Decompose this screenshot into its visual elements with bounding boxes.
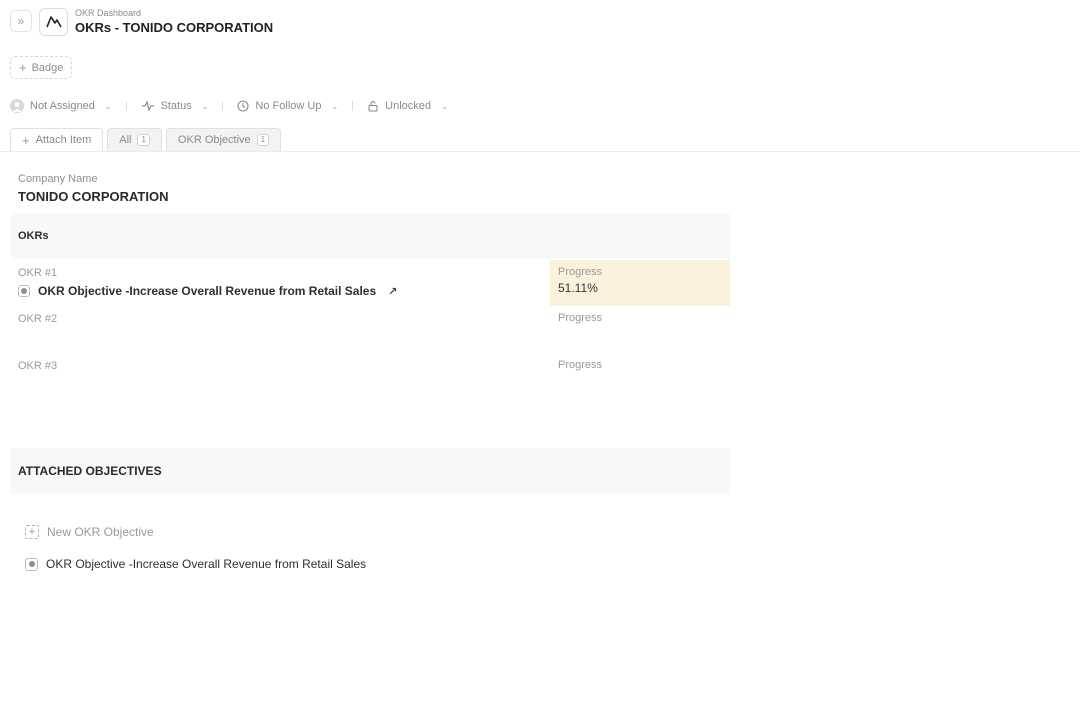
progress-label: Progress: [558, 359, 603, 371]
badge-label: Badge: [31, 61, 64, 74]
plus-icon: +: [19, 60, 27, 75]
properties-bar: Not Assigned ⌄ Status ⌄ No Follow Up ⌄ U…: [10, 98, 448, 114]
expand-sidebar-button[interactable]: »: [10, 10, 32, 32]
okr-3-label: OKR #3: [18, 360, 58, 372]
tab-okr-objective-label: OKR Objective: [177, 134, 251, 146]
company-name-label: Company Name: [18, 173, 98, 185]
chevron-down-icon: ⌄: [331, 101, 339, 111]
user-avatar-icon: [10, 99, 24, 113]
lock-label: Unlocked: [385, 100, 432, 112]
lock-dropdown[interactable]: Unlocked ⌄: [367, 100, 448, 112]
tab-count-badge: 1: [256, 134, 270, 146]
unlock-icon: [368, 100, 378, 112]
okr-page: » OKR Dashboard OKRs - TONIDO CORPORATIO…: [0, 0, 1080, 720]
chevron-down-icon: ⌄: [441, 101, 448, 111]
divider: [125, 101, 127, 111]
activity-icon: [141, 100, 154, 112]
okr-1-objective-text: OKR Objective -Increase Overall Revenue …: [38, 284, 377, 298]
chevron-down-icon: ⌄: [201, 101, 209, 111]
attached-objectives-header: ATTACHED OBJECTIVES: [10, 448, 730, 494]
breadcrumb[interactable]: OKR Dashboard: [75, 8, 141, 18]
attach-item-button[interactable]: + Attach Item: [10, 128, 104, 151]
progress-label: Progress: [558, 266, 603, 278]
progress-value: 51.11%: [558, 281, 598, 295]
attached-objective-label: OKR Objective -Increase Overall Revenue …: [46, 557, 367, 571]
tabs-divider: [0, 151, 1080, 152]
okr-1-label: OKR #1: [18, 267, 58, 279]
okr-2-progress: Progress: [550, 306, 730, 352]
objective-icon: [18, 285, 30, 297]
page-logo: [39, 8, 68, 36]
status-dropdown[interactable]: Status ⌄: [141, 100, 209, 112]
new-okr-objective-button[interactable]: + New OKR Objective: [25, 525, 154, 539]
okr-1-objective-link[interactable]: OKR Objective -Increase Overall Revenue …: [18, 284, 397, 298]
tab-all-label: All: [119, 134, 132, 146]
item-tabs: + Attach Item All 1 OKR Objective 1: [10, 128, 282, 151]
assignee-label: Not Assigned: [30, 100, 95, 112]
add-badge-button[interactable]: + Badge: [10, 56, 73, 79]
status-label: Status: [160, 100, 192, 112]
okr-3-progress: Progress: [550, 353, 730, 399]
double-chevron-right-icon: »: [17, 14, 25, 28]
external-link-arrow-icon: ↗: [388, 285, 398, 298]
new-okr-objective-label: New OKR Objective: [47, 525, 154, 539]
follow-up-dropdown[interactable]: No Follow Up ⌄: [237, 100, 338, 112]
progress-label: Progress: [558, 312, 603, 324]
objective-icon: [25, 557, 38, 571]
page-title: OKRs - TONIDO CORPORATION: [75, 20, 274, 35]
tab-all[interactable]: All 1: [107, 128, 162, 151]
okrs-heading: OKRs: [18, 230, 49, 242]
divider: [352, 101, 354, 111]
okrs-section-header: OKRs: [10, 213, 730, 259]
clock-icon: [237, 100, 249, 112]
mountain-icon: [45, 16, 62, 28]
plus-icon: +: [22, 132, 30, 148]
attach-item-label: Attach Item: [35, 134, 92, 146]
tab-okr-objective[interactable]: OKR Objective 1: [165, 128, 282, 151]
attached-objectives-heading: ATTACHED OBJECTIVES: [18, 464, 162, 478]
follow-up-label: No Follow Up: [255, 100, 322, 112]
attached-objective-item[interactable]: OKR Objective -Increase Overall Revenue …: [25, 557, 366, 571]
chevron-down-icon: ⌄: [104, 101, 112, 111]
company-name-value: TONIDO CORPORATION: [18, 189, 169, 204]
tab-count-badge: 1: [137, 134, 150, 146]
okr-2-label: OKR #2: [18, 313, 58, 325]
okr-1-progress: Progress 51.11%: [550, 260, 730, 306]
assignee-dropdown[interactable]: Not Assigned ⌄: [10, 99, 112, 113]
plus-box-icon: +: [25, 525, 39, 539]
divider: [222, 101, 224, 111]
